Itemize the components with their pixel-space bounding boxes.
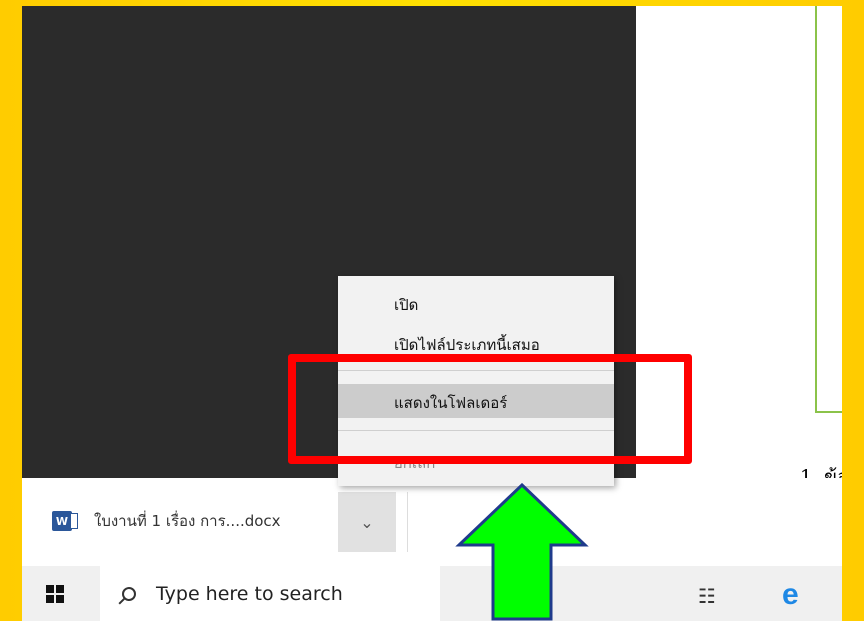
search-placeholder: Type here to search [156,582,343,605]
menu-item-open[interactable]: เปิด [338,288,614,318]
download-bar-divider [407,492,408,552]
edge-browser-icon[interactable]: e [782,578,799,612]
windows-logo-icon[interactable] [46,585,64,603]
document-frame-border [815,6,842,413]
download-bar: W ใบงานที่ 1 เรื่อง การ....docx ⌄ [22,478,842,566]
green-arrow-annotation [455,483,589,621]
highlight-box [288,354,692,464]
screen: 1. ข้อ W ใบงานที่ 1 เรื่อง การ....docx ⌄… [22,6,842,621]
download-options-button[interactable]: ⌄ [338,492,396,552]
task-view-icon[interactable]: ☷ [698,584,716,608]
menu-item-label: เปิด [394,296,419,314]
search-icon [122,586,136,601]
taskbar: Type here to search ☷ e [22,566,842,621]
download-item[interactable]: W ใบงานที่ 1 เรื่อง การ....docx [52,508,281,534]
chevron-down-icon: ⌄ [360,512,374,532]
arrow-shape [455,483,589,621]
word-doc-icon: W [52,511,78,531]
taskbar-search-box[interactable]: Type here to search [100,566,440,621]
download-file-name: ใบงานที่ 1 เรื่อง การ....docx [94,512,281,530]
